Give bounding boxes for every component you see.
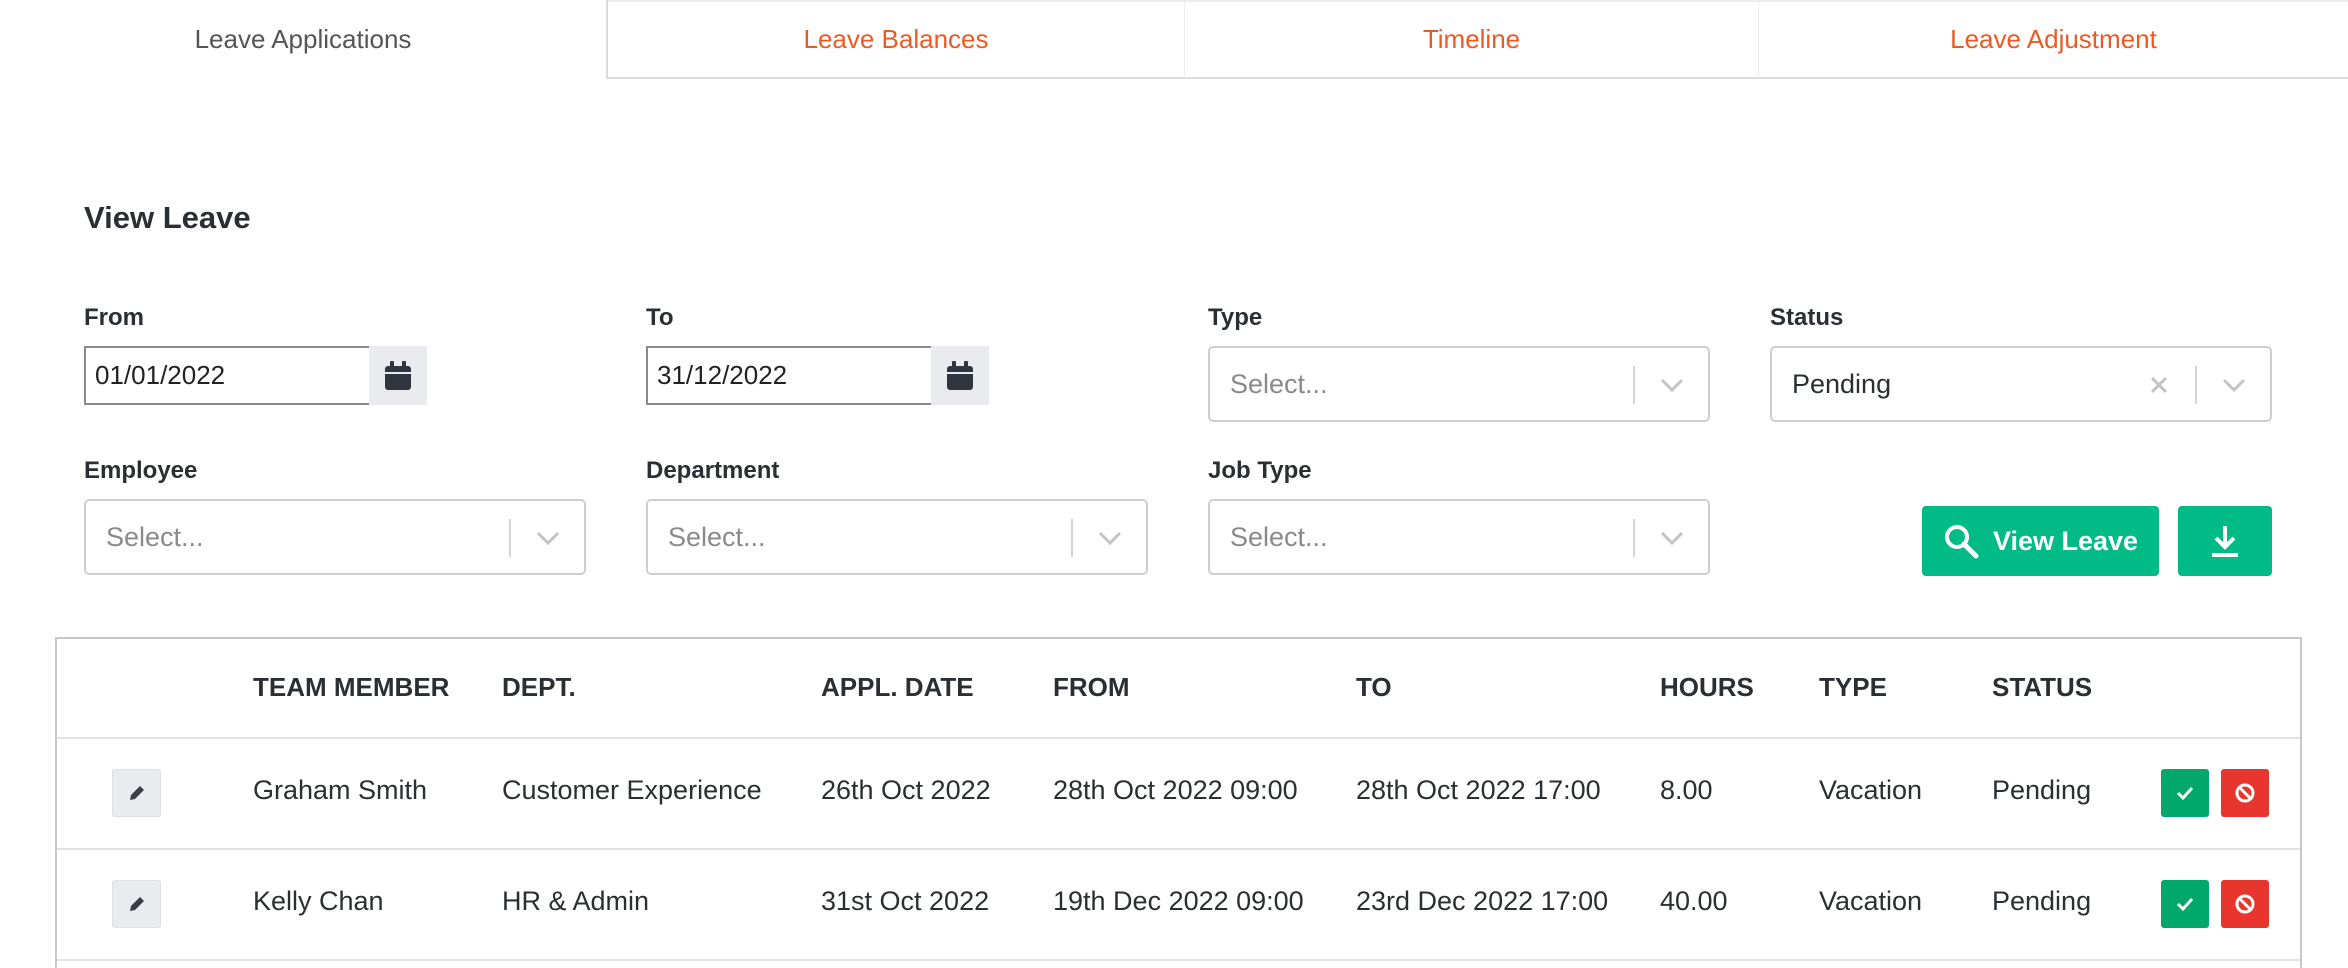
cell-appl-date: 26th Oct 2022 bbox=[821, 775, 991, 806]
page-title: View Leave bbox=[84, 200, 251, 236]
employee-select[interactable]: Select... bbox=[84, 499, 586, 575]
clear-icon[interactable] bbox=[2144, 368, 2174, 402]
cell-team-member: Graham Smith bbox=[253, 775, 427, 806]
select-separator bbox=[2195, 366, 2197, 404]
tab-leave-applications[interactable]: Leave Applications bbox=[0, 0, 608, 79]
column-header-type[interactable]: TYPE bbox=[1819, 672, 1887, 703]
cell-from: 19th Dec 2022 09:00 bbox=[1053, 886, 1304, 917]
cell-to: 28th Oct 2022 17:00 bbox=[1356, 775, 1601, 806]
reject-button[interactable] bbox=[2221, 880, 2269, 928]
calendar-icon bbox=[946, 361, 974, 391]
column-header-to[interactable]: TO bbox=[1356, 672, 1392, 703]
approve-button[interactable] bbox=[2161, 769, 2209, 817]
check-icon bbox=[2175, 785, 2195, 801]
check-icon bbox=[2175, 896, 2195, 912]
approve-button[interactable] bbox=[2161, 880, 2209, 928]
from-calendar-button[interactable] bbox=[369, 346, 427, 405]
employee-label: Employee bbox=[84, 457, 197, 485]
type-label: Type bbox=[1208, 304, 1262, 332]
cell-type: Vacation bbox=[1819, 775, 1922, 806]
cell-from: 28th Oct 2022 09:00 bbox=[1053, 775, 1298, 806]
tab-leave-balances[interactable]: Leave Balances bbox=[608, 0, 1184, 79]
chevron-down-icon[interactable] bbox=[2216, 368, 2252, 402]
from-date-input[interactable]: 01/01/2022 bbox=[84, 346, 371, 405]
row-divider bbox=[57, 848, 2300, 850]
cell-hours: 8.00 bbox=[1660, 775, 1713, 806]
job-type-select[interactable]: Select... bbox=[1208, 499, 1710, 575]
select-separator bbox=[1071, 519, 1073, 557]
status-label: Status bbox=[1770, 304, 1843, 332]
download-button[interactable] bbox=[2178, 506, 2272, 576]
reject-button[interactable] bbox=[2221, 769, 2269, 817]
column-header-appl-date[interactable]: APPL. DATE bbox=[821, 672, 974, 703]
from-label: From bbox=[84, 304, 144, 332]
ban-icon bbox=[2234, 893, 2256, 915]
cell-status: Pending bbox=[1992, 775, 2091, 806]
status-select[interactable]: Pending bbox=[1770, 346, 2272, 422]
chevron-down-icon[interactable] bbox=[1092, 521, 1128, 555]
tab-timeline[interactable]: Timeline bbox=[1184, 0, 1758, 79]
edit-button[interactable] bbox=[112, 769, 161, 817]
employee-select-value: Select... bbox=[106, 501, 204, 573]
to-label: To bbox=[646, 304, 674, 332]
tab-leave-adjustment[interactable]: Leave Adjustment bbox=[1758, 0, 2348, 79]
search-icon bbox=[1943, 523, 1979, 559]
department-select[interactable]: Select... bbox=[646, 499, 1148, 575]
view-leave-button[interactable]: View Leave bbox=[1922, 506, 2159, 576]
status-select-value: Pending bbox=[1792, 348, 1891, 420]
cell-to: 23rd Dec 2022 17:00 bbox=[1356, 886, 1608, 917]
to-calendar-button[interactable] bbox=[931, 346, 989, 405]
type-select[interactable]: Select... bbox=[1208, 346, 1710, 422]
cell-dept: HR & Admin bbox=[502, 886, 649, 917]
column-header-team-member[interactable]: TEAM MEMBER bbox=[253, 672, 449, 703]
chevron-down-icon[interactable] bbox=[1654, 521, 1690, 555]
header-divider bbox=[57, 737, 2300, 739]
ban-icon bbox=[2234, 782, 2256, 804]
pencil-icon bbox=[128, 784, 146, 802]
select-separator bbox=[509, 519, 511, 557]
to-date-input[interactable]: 31/12/2022 bbox=[646, 346, 933, 405]
select-separator bbox=[1633, 519, 1635, 557]
calendar-icon bbox=[384, 361, 412, 391]
row-divider bbox=[57, 959, 2300, 961]
edit-button[interactable] bbox=[112, 880, 161, 928]
department-select-value: Select... bbox=[668, 501, 766, 573]
chevron-down-icon[interactable] bbox=[530, 521, 566, 555]
column-header-dept[interactable]: DEPT. bbox=[502, 672, 576, 703]
cell-type: Vacation bbox=[1819, 886, 1922, 917]
view-leave-label: View Leave bbox=[1993, 526, 2138, 557]
type-select-value: Select... bbox=[1230, 348, 1328, 420]
column-header-from[interactable]: FROM bbox=[1053, 672, 1130, 703]
select-separator bbox=[1633, 366, 1635, 404]
cell-appl-date: 31st Oct 2022 bbox=[821, 886, 989, 917]
department-label: Department bbox=[646, 457, 779, 485]
tab-bar: Leave Applications Leave Balances Timeli… bbox=[0, 0, 2348, 79]
column-header-status[interactable]: STATUS bbox=[1992, 672, 2092, 703]
column-header-hours[interactable]: HOURS bbox=[1660, 672, 1754, 703]
job-type-select-value: Select... bbox=[1230, 501, 1328, 573]
cell-hours: 40.00 bbox=[1660, 886, 1728, 917]
cell-status: Pending bbox=[1992, 886, 2091, 917]
download-icon bbox=[2210, 524, 2240, 558]
cell-dept: Customer Experience bbox=[502, 775, 762, 806]
cell-team-member: Kelly Chan bbox=[253, 886, 384, 917]
job-type-label: Job Type bbox=[1208, 457, 1312, 485]
chevron-down-icon[interactable] bbox=[1654, 368, 1690, 402]
pencil-icon bbox=[128, 895, 146, 913]
